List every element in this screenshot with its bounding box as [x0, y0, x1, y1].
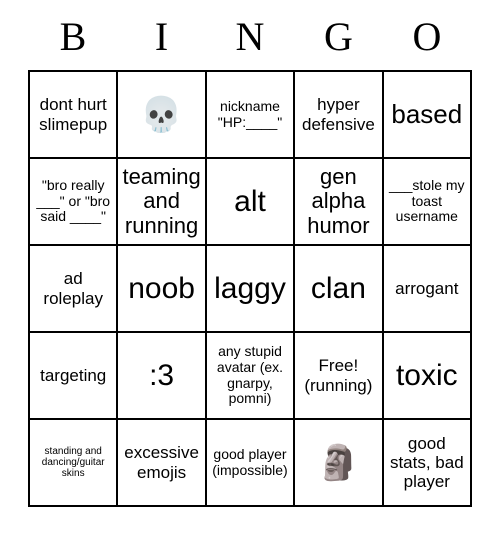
bingo-cell-label: dont hurt slimepup: [39, 95, 108, 134]
bingo-cell[interactable]: hyper defensive: [295, 72, 384, 159]
bingo-cell-label: standing and dancing/guitar skins: [41, 445, 105, 480]
bingo-cell-label: excessive emojis: [124, 443, 199, 482]
bingo-cell[interactable]: gen alpha humor: [295, 159, 384, 246]
bingo-cell-label: teaming and running: [122, 163, 201, 238]
bingo-cell-label: :3: [149, 358, 175, 392]
bingo-cell[interactable]: ___stole my toast username: [383, 159, 472, 246]
bingo-cell-label: good stats, bad player: [389, 433, 464, 492]
bingo-cell-label: Free! (running): [304, 356, 373, 395]
bingo-cell-label: laggy: [214, 271, 286, 305]
moai-emoji[interactable]: 🗿: [295, 420, 384, 507]
bingo-cell-label: toxic: [395, 358, 458, 392]
bingo-cell[interactable]: alt: [206, 159, 296, 246]
bingo-header: B I N G O: [29, 4, 471, 70]
bingo-cell-label: arrogant: [395, 278, 459, 298]
bingo-card: B I N G O dont hurt slimepup 💀 nickname "H…: [0, 0, 500, 544]
bingo-cell[interactable]: noob: [118, 246, 207, 333]
bingo-cell[interactable]: laggy: [206, 246, 296, 333]
header-letter-n: N: [235, 14, 265, 59]
bingo-cell-label: alt: [234, 184, 266, 218]
bingo-cell[interactable]: based: [383, 72, 472, 159]
bingo-cell-label: based: [391, 98, 463, 129]
bingo-cell[interactable]: targeting: [30, 333, 119, 420]
bingo-cell[interactable]: dont hurt slimepup: [30, 72, 119, 159]
bingo-cell[interactable]: excessive emojis: [118, 420, 207, 507]
header-letter-g: G: [324, 14, 353, 59]
bingo-cell[interactable]: toxic: [383, 333, 472, 420]
bingo-cell-label: ad roleplay: [43, 269, 103, 308]
bingo-cell[interactable]: ad roleplay: [30, 246, 119, 333]
bingo-cell[interactable]: nickname "HP:____": [206, 72, 296, 159]
bingo-cell-label: 🗿: [317, 443, 360, 482]
bingo-cell-label: clan: [310, 271, 366, 305]
bingo-cell-label: ___stole my toast username: [389, 176, 465, 225]
bingo-cell[interactable]: clan: [295, 246, 384, 333]
bingo-cell[interactable]: Free! (running): [295, 333, 384, 420]
bingo-cell-label: "bro really ___" or "bro said ____": [36, 176, 111, 225]
bingo-cell-label: nickname "HP:____": [217, 97, 283, 130]
bingo-cell[interactable]: good player (impossible): [206, 420, 296, 507]
bingo-cell[interactable]: :3: [118, 333, 207, 420]
bingo-cell-label: targeting: [40, 365, 107, 385]
bingo-cell[interactable]: any stupid avatar (ex. gnarpy, pomni): [206, 333, 296, 420]
skull-emoji[interactable]: 💀: [118, 72, 207, 159]
bingo-cell[interactable]: standing and dancing/guitar skins: [30, 420, 119, 507]
bingo-cell[interactable]: "bro really ___" or "bro said ____": [30, 159, 119, 246]
header-letter-b: B: [59, 14, 87, 59]
bingo-grid: dont hurt slimepup 💀 nickname "HP:____" hyp…: [28, 70, 472, 507]
header-letter-i: I: [154, 14, 169, 59]
bingo-cell-label: any stupid avatar (ex. gnarpy, pomni): [216, 343, 284, 407]
bingo-cell[interactable]: good stats, bad player: [383, 420, 472, 507]
bingo-cell[interactable]: arrogant: [383, 246, 472, 333]
header-letter-o: O: [412, 14, 442, 59]
bingo-cell-label: noob: [128, 271, 195, 305]
bingo-cell-label: 💀: [140, 95, 183, 134]
bingo-cell-label: gen alpha humor: [307, 163, 370, 238]
bingo-cell-label: hyper defensive: [302, 95, 375, 134]
bingo-cell[interactable]: teaming and running: [118, 159, 207, 246]
bingo-cell-label: good player (impossible): [212, 445, 288, 478]
